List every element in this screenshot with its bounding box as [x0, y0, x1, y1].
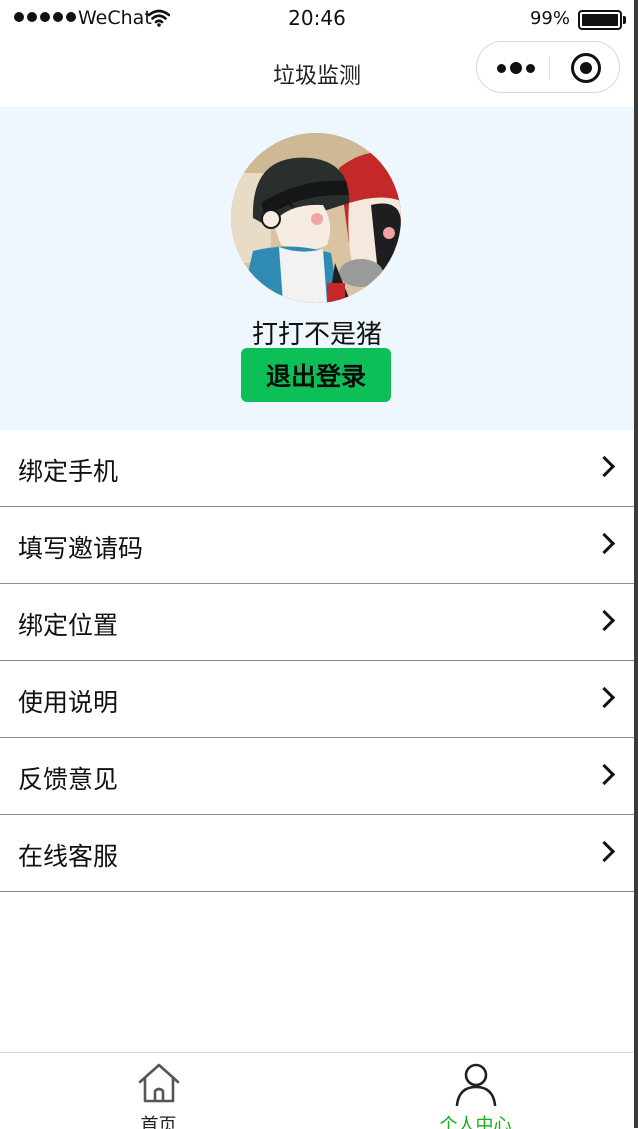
chevron-right-icon [593, 609, 616, 632]
profile-header: 打打不是猪 退出登录 [0, 107, 634, 430]
menu-item-bind-location[interactable]: 绑定位置 [0, 584, 634, 661]
person-icon [455, 1063, 497, 1106]
tab-label: 首页 [140, 1115, 177, 1129]
menu-item-label: 绑定位置 [18, 611, 119, 640]
tab-bar: 首页 个人中心 [0, 1052, 634, 1129]
menu-item-feedback[interactable]: 反馈意见 [0, 738, 634, 815]
chevron-right-icon [593, 840, 616, 863]
menu-item-bind-phone[interactable]: 绑定手机 [0, 430, 634, 507]
navigation-bar: 垃圾监测 [0, 38, 634, 106]
battery-percentage: 99% [529, 8, 570, 29]
close-mini-program-icon[interactable] [571, 53, 601, 83]
tab-home[interactable]: 首页 [0, 1053, 317, 1129]
menu-item-label: 绑定手机 [18, 457, 119, 486]
menu-item-label: 填写邀请码 [18, 534, 144, 563]
chevron-right-icon [593, 686, 616, 709]
home-icon [138, 1063, 180, 1103]
menu-item-label: 在线客服 [18, 842, 119, 871]
chevron-right-icon [593, 763, 616, 786]
avatar-illustration [231, 133, 401, 303]
menu-item-customer-service[interactable]: 在线客服 [0, 815, 634, 892]
more-options-icon[interactable] [497, 62, 535, 74]
chevron-right-icon [593, 532, 616, 555]
tab-label: 个人中心 [439, 1115, 512, 1129]
chevron-right-icon [593, 455, 616, 478]
tab-profile[interactable]: 个人中心 [317, 1053, 634, 1129]
settings-menu: 绑定手机 填写邀请码 绑定位置 使用说明 反馈意见 在线客服 [0, 430, 634, 892]
capsule-divider [549, 56, 550, 80]
menu-item-instructions[interactable]: 使用说明 [0, 661, 634, 738]
battery-level [582, 14, 618, 26]
menu-item-label: 使用说明 [18, 688, 119, 717]
menu-item-label: 反馈意见 [18, 765, 119, 794]
battery-icon [578, 10, 626, 30]
username: 打打不是猪 [251, 320, 382, 350]
avatar[interactable] [231, 133, 401, 303]
status-bar: WeChat 20:46 99% [0, 0, 634, 38]
menu-item-invite-code[interactable]: 填写邀请码 [0, 507, 634, 584]
mini-program-capsule [476, 41, 620, 93]
app-screen: WeChat 20:46 99% 垃圾监测 打打不是猪 退出登录 绑定手机 填写… [0, 0, 638, 1129]
logout-button[interactable]: 退出登录 [241, 348, 391, 402]
